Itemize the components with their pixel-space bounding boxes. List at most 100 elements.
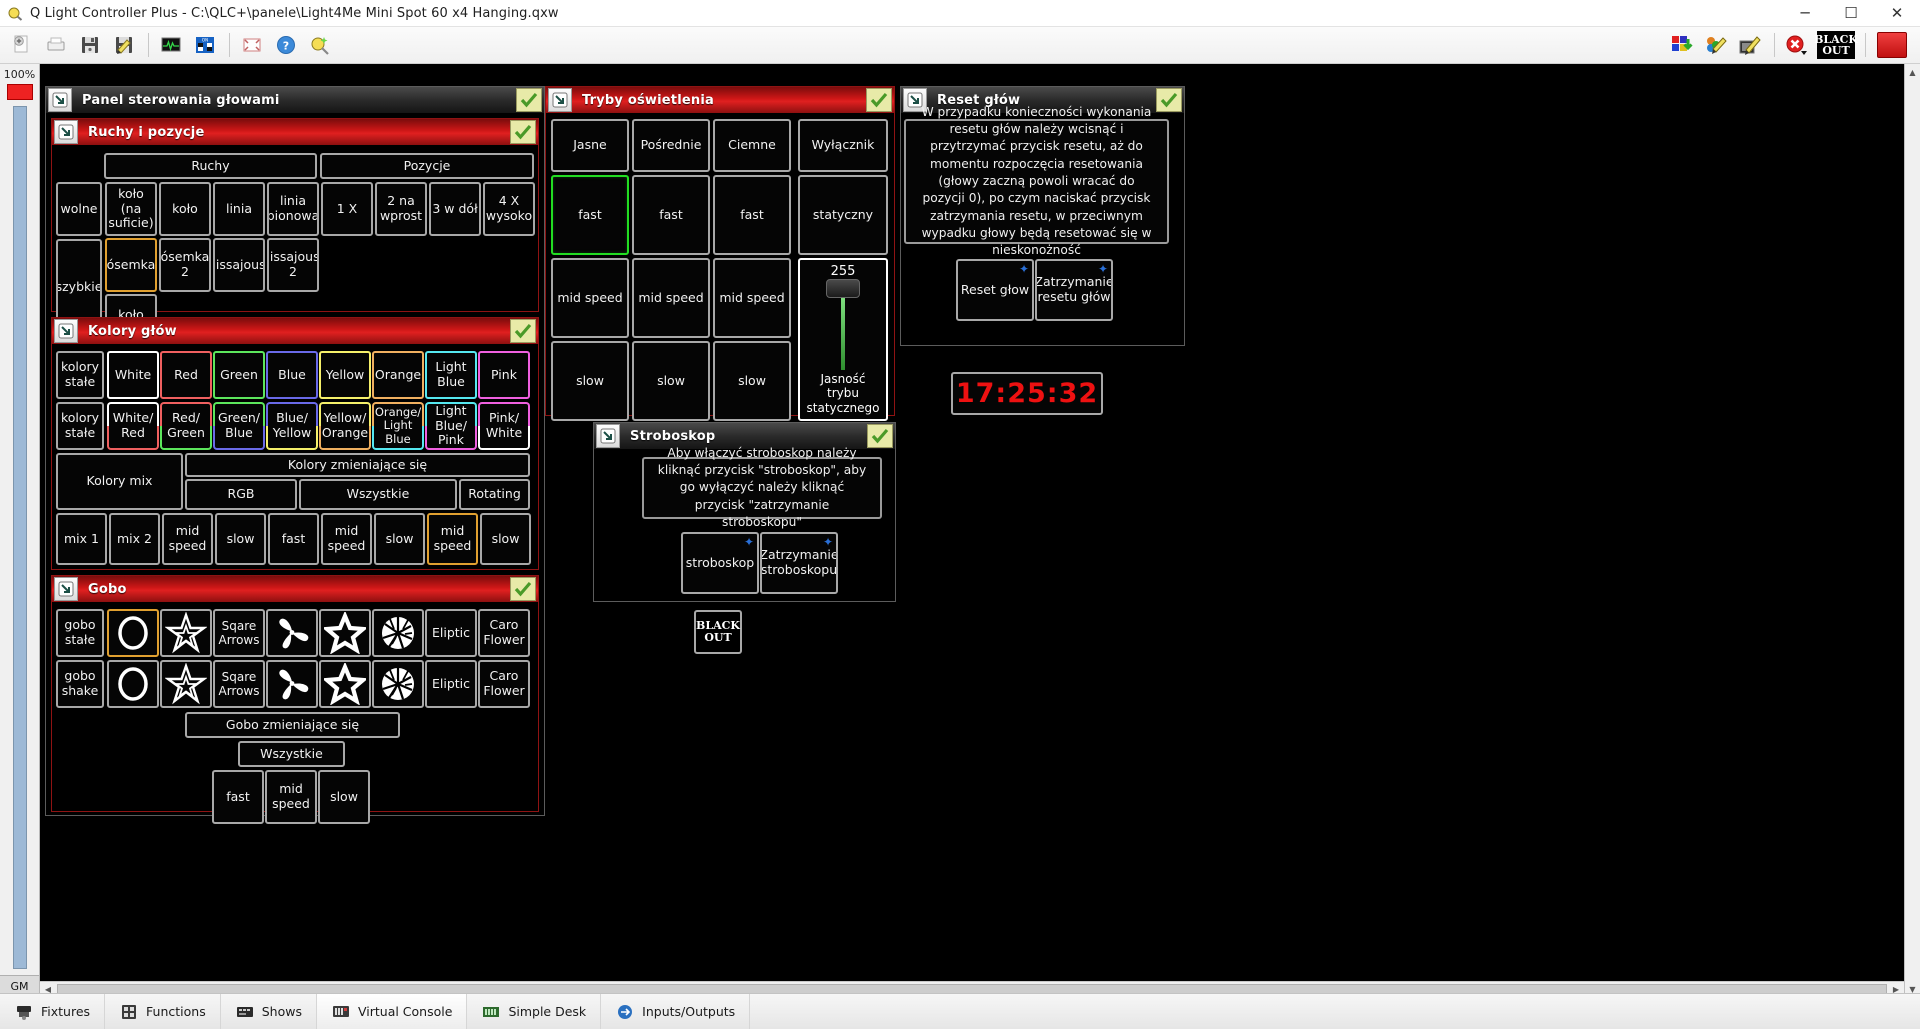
color-red-green[interactable]: Red/ Green bbox=[160, 402, 212, 450]
frame-gobo-header[interactable]: Gobo bbox=[52, 576, 538, 602]
frame-main-panel-header[interactable]: Panel sterowania głowami bbox=[46, 87, 544, 113]
delete-icon[interactable] bbox=[1781, 30, 1813, 61]
scroll-up-icon[interactable]: ▲ bbox=[1904, 64, 1920, 80]
gobo-speed-slow[interactable]: slow bbox=[318, 770, 370, 824]
movement-linia[interactable]: linia bbox=[213, 182, 265, 236]
mode-ciemne-fast[interactable]: fast bbox=[713, 175, 791, 255]
gobo-circle-fixed[interactable] bbox=[107, 609, 159, 657]
movement-osemka[interactable]: ósemka bbox=[105, 238, 157, 292]
slider-knob[interactable] bbox=[826, 279, 860, 298]
save-as-icon[interactable] bbox=[108, 30, 140, 61]
enable-checkbox[interactable] bbox=[866, 88, 892, 112]
movement-speed-wolne[interactable]: wolne bbox=[56, 182, 102, 236]
stop-reset-button[interactable]: ✦ Zatrzymanie resetu głów bbox=[1035, 259, 1113, 321]
mode-statyczny[interactable]: statyczny bbox=[798, 175, 888, 255]
vertical-scrollbar[interactable]: ▲ ▼ bbox=[1904, 64, 1920, 997]
mode-header-jasne[interactable]: Jasne bbox=[551, 119, 629, 172]
mode-header-posrednie[interactable]: Pośrednie bbox=[632, 119, 710, 172]
gobo-eliptic-fixed[interactable]: Eliptic bbox=[425, 609, 477, 657]
mode-posrednie-slow[interactable]: slow bbox=[632, 341, 710, 421]
vscroll-track[interactable] bbox=[1904, 80, 1920, 981]
blackout-icon[interactable]: BLACK OUT bbox=[1814, 30, 1858, 61]
color-orange-light-blue[interactable]: Orange/ Light Blue bbox=[372, 402, 424, 450]
movement-osemka-2[interactable]: ósemka 2 bbox=[159, 238, 211, 292]
enable-checkbox[interactable] bbox=[510, 319, 536, 343]
color-green[interactable]: Green bbox=[213, 351, 265, 399]
brightness-slider-widget[interactable]: 255 Jasność trybu statycznego bbox=[798, 258, 888, 421]
collapse-icon[interactable] bbox=[48, 88, 72, 112]
collapse-icon[interactable] bbox=[54, 120, 78, 144]
frame-colors-header[interactable]: Kolory głów bbox=[52, 318, 538, 344]
gobo-sqare-arrows-fixed[interactable]: Sqare Arrows bbox=[213, 609, 265, 657]
save-icon[interactable] bbox=[74, 30, 106, 61]
movement-linia-pionowa[interactable]: linia pionowa bbox=[267, 182, 319, 236]
position-1x[interactable]: 1 X bbox=[321, 182, 373, 236]
close-button[interactable]: ✕ bbox=[1874, 0, 1920, 27]
color-rotating-mid-speed[interactable]: mid speed bbox=[427, 513, 478, 565]
mode-jasne-slow[interactable]: slow bbox=[551, 341, 629, 421]
mode-header-ciemne[interactable]: Ciemne bbox=[713, 119, 791, 172]
enable-checkbox[interactable] bbox=[867, 424, 893, 448]
color-mix-1[interactable]: mix 1 bbox=[56, 513, 107, 565]
grand-master-slider[interactable] bbox=[12, 106, 27, 969]
gobo-double-star-fixed[interactable] bbox=[160, 609, 212, 657]
help-icon[interactable]: ? bbox=[270, 30, 302, 61]
color-orange[interactable]: Orange bbox=[372, 351, 424, 399]
movement-kolo[interactable]: koło bbox=[159, 182, 211, 236]
mode-posrednie-mid-speed[interactable]: mid speed bbox=[632, 258, 710, 338]
position-2-na-wprost[interactable]: 2 na wprost bbox=[375, 182, 427, 236]
color-row-label-2[interactable]: kolory stałe bbox=[56, 402, 104, 450]
color-white[interactable]: White bbox=[107, 351, 159, 399]
blackout-button-widget[interactable]: BLACK OUT bbox=[694, 610, 742, 654]
add-widget-icon[interactable] bbox=[1666, 30, 1698, 61]
mode-header-wylacznik[interactable]: Wyłącznik bbox=[798, 119, 888, 172]
about-icon[interactable] bbox=[304, 30, 336, 61]
slider-track-wrap[interactable] bbox=[800, 279, 886, 370]
gobo-circle-shake[interactable] bbox=[107, 660, 159, 708]
color-light-blue-pink[interactable]: Light Blue/ Pink bbox=[425, 402, 477, 450]
reset-heads-button[interactable]: ✦ Reset głow bbox=[956, 259, 1034, 321]
collapse-icon[interactable] bbox=[548, 88, 572, 112]
collapse-icon[interactable] bbox=[596, 424, 620, 448]
gobo-row-label-2[interactable]: gobo shake bbox=[56, 660, 104, 708]
gobo-caro-flower-fixed[interactable]: Caro Flower bbox=[478, 609, 530, 657]
gobo-eliptic-shake[interactable]: Eliptic bbox=[425, 660, 477, 708]
movement-lissajous[interactable]: lissajous bbox=[213, 238, 265, 292]
enable-checkbox[interactable] bbox=[510, 120, 536, 144]
color-all-fast[interactable]: fast bbox=[268, 513, 319, 565]
color-pink[interactable]: Pink bbox=[478, 351, 530, 399]
gobo-speed-fast[interactable]: fast bbox=[212, 770, 264, 824]
gobo-sqare-arrows-shake[interactable]: Sqare Arrows bbox=[213, 660, 265, 708]
color-rgb-slow[interactable]: slow bbox=[215, 513, 266, 565]
enable-checkbox[interactable] bbox=[510, 577, 536, 601]
dmx-address-tool-icon[interactable]: ON bbox=[189, 30, 221, 61]
mode-ciemne-mid-speed[interactable]: mid speed bbox=[713, 258, 791, 338]
mode-jasne-fast[interactable]: fast bbox=[551, 175, 629, 255]
movement-kolo-na-suficie[interactable]: koło (na suficie) bbox=[105, 182, 157, 236]
edit-design-icon[interactable] bbox=[1734, 30, 1766, 61]
edit-properties-icon[interactable] bbox=[1700, 30, 1732, 61]
fullscreen-icon[interactable] bbox=[236, 30, 268, 61]
position-4x-wysoko[interactable]: 4 X wysoko bbox=[483, 182, 535, 236]
color-blue[interactable]: Blue bbox=[266, 351, 318, 399]
frame-movements-header[interactable]: Ruchy i pozycje bbox=[52, 119, 538, 145]
tab-functions[interactable]: Functions bbox=[105, 994, 221, 1029]
gobo-row-label-1[interactable]: gobo stałe bbox=[56, 609, 104, 657]
gobo-propeller-shake[interactable] bbox=[266, 660, 318, 708]
color-yellow-orange[interactable]: Yellow/ Orange bbox=[319, 402, 371, 450]
monitor-icon[interactable] bbox=[155, 30, 187, 61]
tab-inputs-outputs[interactable]: Inputs/Outputs bbox=[601, 994, 751, 1029]
enable-checkbox[interactable] bbox=[1156, 88, 1182, 112]
color-mix-2[interactable]: mix 2 bbox=[109, 513, 160, 565]
color-white-red[interactable]: White/ Red bbox=[107, 402, 159, 450]
movement-lissajous-2[interactable]: lissajous 2 bbox=[267, 238, 319, 292]
maximize-button[interactable]: ☐ bbox=[1828, 0, 1874, 27]
gobo-star-solid-shake[interactable] bbox=[319, 660, 371, 708]
mode-posrednie-fast[interactable]: fast bbox=[632, 175, 710, 255]
gobo-propeller-fixed[interactable] bbox=[266, 609, 318, 657]
enable-checkbox[interactable] bbox=[516, 88, 542, 112]
position-3-w-dol[interactable]: 3 w dół bbox=[429, 182, 481, 236]
color-red[interactable]: Red bbox=[160, 351, 212, 399]
tab-shows[interactable]: Shows bbox=[221, 994, 317, 1029]
color-blue-yellow[interactable]: Blue/ Yellow bbox=[266, 402, 318, 450]
